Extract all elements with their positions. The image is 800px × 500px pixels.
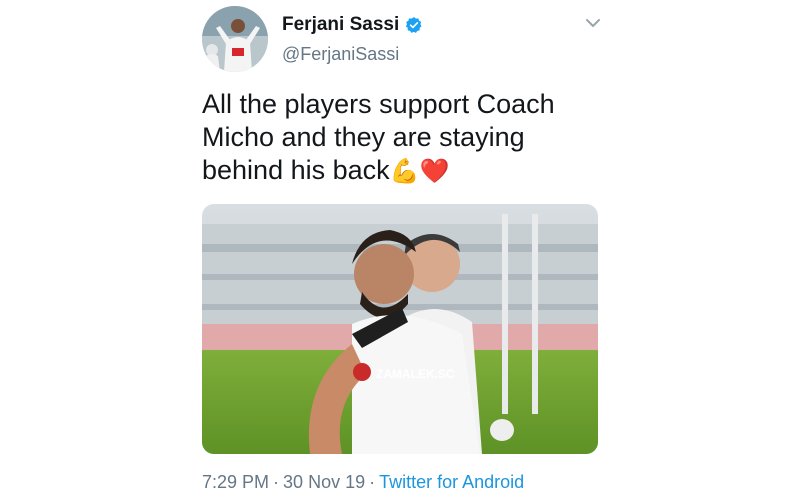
tweet-source-link[interactable]: Twitter for Android: [379, 472, 524, 492]
tweet-time[interactable]: 7:29 PM: [202, 472, 269, 492]
meta-separator: ·: [273, 472, 280, 492]
photo-watermark: ZAMALEK.SC: [376, 367, 455, 381]
tweet-text-body: All the players support Coach Micho and …: [202, 89, 555, 185]
tweet-text: All the players support Coach Micho and …: [202, 88, 602, 188]
flexed-biceps-emoji: 💪: [389, 158, 420, 185]
tweet-card: Ferjani Sassi @FerjaniSassi All the play…: [190, 0, 610, 500]
avatar[interactable]: [202, 6, 268, 72]
tweet-date[interactable]: 30 Nov 19: [283, 472, 365, 492]
tweet-photo[interactable]: ZAMALEK.SC: [202, 204, 598, 454]
chevron-down-icon[interactable]: [584, 14, 602, 32]
author-handle[interactable]: @FerjaniSassi: [282, 44, 399, 65]
author-name-row[interactable]: Ferjani Sassi: [282, 14, 423, 36]
verified-badge-icon: [405, 16, 423, 34]
red-heart-emoji: ❤️: [419, 158, 450, 185]
meta-separator: ·: [369, 472, 376, 492]
tweet-meta: 7:29 PM · 30 Nov 19 · Twitter for Android: [202, 472, 524, 493]
author-display-name[interactable]: Ferjani Sassi: [282, 14, 399, 36]
